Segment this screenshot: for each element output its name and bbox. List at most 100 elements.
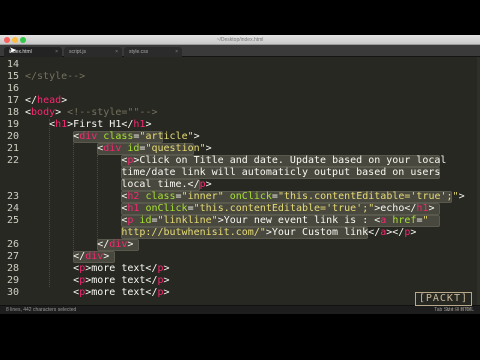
- line-number: 27: [6, 251, 19, 262]
- line-number: 25: [6, 215, 19, 226]
- tab-script-js[interactable]: script.js ×: [64, 47, 122, 57]
- code-token: <: [25, 131, 80, 142]
- code-token: h1: [416, 203, 429, 214]
- code-token: </: [25, 239, 110, 250]
- code-token: time/date link will automaticly output b…: [25, 167, 441, 178]
- code-token: >: [145, 119, 152, 130]
- code-token: >more text</: [85, 275, 158, 286]
- line-number: 15: [6, 71, 19, 82]
- code-token: >more text</: [85, 263, 158, 274]
- code-token: >: [458, 191, 465, 202]
- code-line[interactable]: <p id="linkline">Your new event link is …: [25, 215, 428, 227]
- code-token: <: [25, 203, 128, 214]
- code-token: "linkline": [157, 215, 218, 226]
- logo-subtitle: VIDEO: [446, 307, 472, 313]
- line-number: 14: [6, 59, 19, 70]
- code-token: href: [392, 215, 417, 226]
- line-number: 17: [6, 95, 19, 106]
- code-line[interactable]: </div>: [25, 239, 133, 251]
- code-line[interactable]: <p>more text</p>: [25, 275, 170, 287]
- code-token: >more text</: [85, 287, 158, 298]
- code-token: >: [410, 227, 417, 238]
- code-token: <: [25, 263, 80, 274]
- code-token: h1: [133, 119, 146, 130]
- code-editor[interactable]: 14 15 16 17 18 19 20 21 22 23 24 25 26 27 28 29 30 </sty…: [0, 57, 480, 305]
- code-line[interactable]: local time.</p>: [25, 179, 212, 191]
- code-token: h2: [127, 191, 140, 202]
- code-line[interactable]: <p>more text</p>: [25, 263, 170, 275]
- code-token: >: [163, 263, 170, 274]
- title-bar: ~/Desktop/index.html: [0, 35, 480, 45]
- code-line[interactable]: <h1>First H1</h1>: [25, 119, 151, 131]
- code-token: div: [85, 251, 104, 262]
- code-line[interactable]: </head>: [25, 95, 67, 107]
- code-token: <: [25, 119, 56, 130]
- code-token: >: [103, 251, 110, 262]
- tab-close-icon[interactable]: ×: [55, 47, 58, 57]
- code-token: onClick: [145, 203, 188, 214]
- code-token: >: [205, 179, 212, 190]
- code-token: >: [163, 275, 170, 286]
- line-number: 23: [6, 191, 19, 202]
- line-number: 29: [6, 275, 19, 286]
- code-token: >: [55, 107, 68, 118]
- line-number: 16: [6, 83, 19, 94]
- packt-logo: [PACKT] VIDEO: [414, 292, 472, 314]
- code-token: </: [25, 95, 38, 106]
- code-line[interactable]: <h1 onClick="this.contentEditable='true'…: [25, 203, 434, 215]
- code-token: <!--style=""-->: [67, 107, 158, 118]
- line-number-gutter: 14 15 16 17 18 19 20 21 22 23 24 25 26 27 28 29 30: [0, 57, 19, 305]
- line-number: 24: [6, 203, 19, 214]
- line-number: 21: [6, 143, 19, 154]
- code-line[interactable]: <p>more text</p>: [25, 287, 170, 299]
- window-title: ~/Desktop/index.html: [216, 37, 264, 43]
- code-token: >echo</: [374, 203, 417, 214]
- code-token: >: [193, 131, 200, 142]
- logo-wordmark: [PACKT]: [414, 292, 472, 306]
- code-token: >First H1</: [67, 119, 134, 130]
- code-line[interactable]: <body> <!--style=""-->: [25, 107, 157, 119]
- tab-label: script.js: [69, 49, 86, 55]
- code-line[interactable]: <h2 class="inner" onClick="this.contentE…: [25, 191, 465, 203]
- code-token: >: [205, 143, 212, 154]
- code-line[interactable]: time/date link will automaticly output b…: [25, 167, 440, 179]
- code-token: body: [31, 107, 56, 118]
- code-token: >Click on Title and date. Update based o…: [133, 155, 447, 166]
- code-line[interactable]: </style-->: [25, 71, 85, 83]
- code-token: onClick: [229, 191, 272, 202]
- code-token: <: [25, 215, 128, 226]
- code-line[interactable]: <div id="question">: [25, 143, 212, 155]
- code-token: div: [103, 143, 122, 154]
- code-token: h1: [55, 119, 68, 130]
- code-token: ></: [386, 227, 405, 238]
- line-number: 20: [6, 131, 19, 142]
- tab-bar: index.html × script.js × style.css ×: [0, 45, 480, 57]
- code-token: </style-->: [25, 71, 86, 82]
- code-token: >: [61, 95, 68, 106]
- code-token: div: [109, 239, 128, 250]
- code-token: <: [25, 275, 80, 286]
- line-number: 22: [6, 155, 19, 166]
- line-number: 26: [6, 239, 19, 250]
- code-token: <: [25, 155, 128, 166]
- code-token: >: [163, 287, 170, 298]
- tab-close-icon[interactable]: ×: [115, 47, 118, 57]
- code-line[interactable]: <div class="article">: [25, 131, 200, 143]
- code-token: http://butwhenisit.com/": [25, 227, 266, 238]
- code-line[interactable]: http://butwhenisit.com/">Your Custom lin…: [25, 227, 416, 239]
- editor-window: ~/Desktop/index.html index.html × script…: [0, 35, 480, 314]
- code-token: id: [139, 215, 152, 226]
- code-token: "inner": [181, 191, 224, 202]
- code-token: <: [25, 143, 104, 154]
- tab-style-css[interactable]: style.css ×: [124, 47, 182, 57]
- tab-close-icon[interactable]: ×: [175, 47, 178, 57]
- code-token: "this.contentEditable='true';": [193, 203, 375, 214]
- code-line[interactable]: <p>Click on Title and date. Update based…: [25, 155, 446, 167]
- code-token: class: [103, 131, 134, 142]
- code-token: >: [127, 239, 134, 250]
- line-number: 19: [6, 119, 19, 130]
- code-token: id: [127, 143, 140, 154]
- code-token: <: [25, 287, 80, 298]
- code-token: "this.contentEditable='true';": [277, 191, 459, 202]
- code-line[interactable]: </div>: [25, 251, 109, 263]
